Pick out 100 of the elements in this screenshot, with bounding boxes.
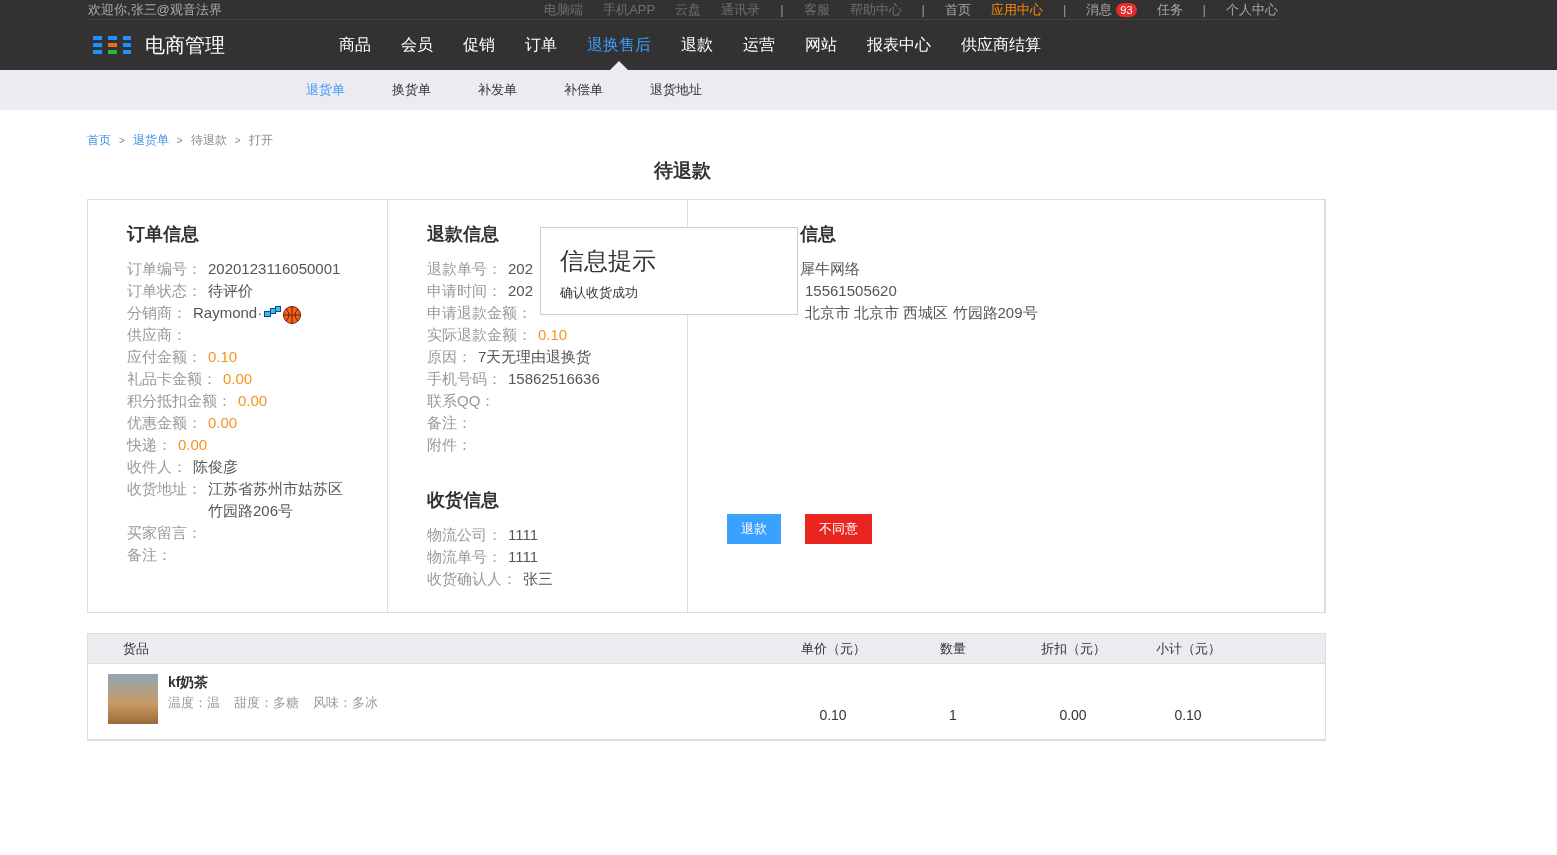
field-value: 7天无理由退换货 [478, 347, 592, 367]
welcome-text: 欢迎你,张三@观音法界 [88, 0, 222, 19]
field-label: 积分抵扣金额： [127, 391, 232, 411]
basketball-icon [283, 306, 302, 324]
field-label: 附件： [427, 435, 472, 455]
popup-title: 信息提示 [560, 246, 657, 276]
section-title: 订单信息 [127, 223, 200, 246]
field-label: 原因： [427, 347, 472, 367]
nav-tab[interactable]: 运营 [743, 20, 775, 70]
product-photo-placeholder [108, 674, 158, 724]
nav-tab[interactable]: 商品 [339, 20, 371, 70]
field-label: 收件人： [127, 457, 187, 477]
field-label: 物流公司： [427, 525, 502, 545]
product-spec: 风味：多冰 [313, 694, 378, 712]
breadcrumb-separator: > [119, 134, 125, 146]
reject-button[interactable]: 不同意 [805, 514, 872, 544]
field-label: 买家留言： [127, 523, 202, 543]
top-link[interactable]: 消息 [1086, 0, 1113, 19]
nav-tab[interactable]: 会员 [401, 20, 433, 70]
field-label: 备注： [127, 545, 172, 565]
section-title: 退款信息 [427, 223, 500, 246]
field-label: 订单状态： [127, 281, 202, 301]
field-value: 0.00 [238, 391, 268, 411]
sub-nav-tab[interactable]: 退货地址 [650, 81, 702, 99]
field-label: 收货地址： [127, 479, 202, 499]
field-label: 实际退款金额： [427, 325, 532, 345]
separator-text: | [1202, 2, 1206, 17]
breadcrumb-link[interactable]: 首页 [87, 131, 111, 149]
field-label: 申请退款金额： [427, 303, 532, 323]
field-label: 分销商： [127, 303, 187, 323]
field-value: 15561505620 [805, 281, 897, 301]
field-value: 江苏省苏州市姑苏区竹园路206号 [208, 479, 344, 521]
top-link[interactable]: 首页 [944, 0, 971, 19]
nav-tab[interactable]: 网站 [805, 20, 837, 70]
table-cell-text: 0.10 [818, 707, 848, 725]
field-value: 北京市 北京市 西城区 竹园路209号 [805, 303, 1038, 323]
page-title: 待退款 [652, 159, 712, 183]
nav-tab[interactable]: 供应商结算 [961, 20, 1041, 70]
table-cell-text: 1 [948, 707, 958, 725]
field-value: 2020123116050001 [208, 259, 341, 279]
field-label: 物流单号： [427, 547, 502, 567]
column-header: 货品 [122, 639, 150, 658]
breadcrumb-separator: > [176, 134, 183, 146]
field-value: 0.00 [223, 369, 253, 389]
sub-nav-tab[interactable]: 补发单 [478, 81, 517, 99]
sleep-emoji-icon [264, 306, 282, 318]
top-link[interactable]: 个人中心 [1226, 0, 1278, 19]
field-label: 礼品卡金额： [127, 369, 217, 389]
product-spec: 甜度：多糖 [234, 694, 299, 712]
table-cell-text: 0.00 [1058, 707, 1088, 725]
field-value: Raymond· [193, 303, 263, 323]
logo-icon [93, 36, 131, 54]
breadcrumb-separator: > [234, 134, 241, 146]
field-label: 应付金额： [127, 347, 202, 367]
field-value: 0.00 [178, 435, 208, 455]
sub-nav-tab[interactable]: 换货单 [392, 81, 431, 99]
field-value: 202 [508, 281, 534, 301]
field-value: 0.10 [208, 347, 238, 367]
field-value: 犀牛网络 [800, 259, 860, 279]
field-value: 15862516636 [508, 369, 600, 389]
count-badge: 93 [1116, 2, 1137, 17]
field-value: 张三 [523, 569, 553, 589]
nav-tab[interactable]: 促销 [463, 20, 495, 70]
breadcrumb-text: 打开 [248, 131, 273, 149]
separator-text: | [921, 2, 925, 17]
field-value: 1111 [508, 547, 539, 567]
top-link[interactable]: 应用中心 [990, 0, 1043, 19]
column-header: 折扣（元） [1039, 639, 1107, 658]
field-label: 备注： [427, 413, 472, 433]
field-label: 申请时间： [427, 281, 502, 301]
field-label: 订单编号： [127, 259, 202, 279]
column-header: 单价（元） [799, 639, 867, 658]
field-value: 202 [508, 259, 534, 279]
nav-tab[interactable]: 订单 [525, 20, 557, 70]
section-title: 信息 [798, 223, 837, 246]
field-value: 待评价 [208, 281, 253, 301]
separator-text: | [780, 2, 784, 17]
column-header: 数量 [939, 639, 967, 658]
field-value: 0.10 [538, 325, 568, 345]
separator-text: | [1062, 2, 1067, 17]
field-label: 联系QQ： [427, 391, 496, 411]
field-label: 优惠金额： [127, 413, 202, 433]
field-label: 供应商： [127, 325, 187, 345]
logo-text: 电商管理 [145, 32, 225, 58]
field-value: 1111 [508, 525, 539, 545]
product-spec: 温度：温 [168, 694, 220, 712]
section-title: 收货信息 [427, 489, 500, 512]
column-header: 小计（元） [1154, 639, 1222, 658]
sub-nav-tab[interactable]: 补偿单 [564, 81, 603, 99]
field-label: 手机号码： [427, 369, 502, 389]
field-label: 退款单号： [427, 259, 502, 279]
nav-tab[interactable]: 报表中心 [867, 20, 931, 70]
breadcrumb-text: 待退款 [190, 131, 227, 149]
field-label: 快递： [127, 435, 172, 455]
breadcrumb-link[interactable]: 退货单 [132, 131, 169, 149]
nav-tab[interactable]: 退款 [681, 20, 713, 70]
top-link[interactable]: 任务 [1156, 0, 1183, 19]
field-label: 收货确认人： [427, 569, 517, 589]
field-value: 陈俊彦 [193, 457, 238, 477]
table-cell-text: 0.10 [1173, 707, 1203, 725]
